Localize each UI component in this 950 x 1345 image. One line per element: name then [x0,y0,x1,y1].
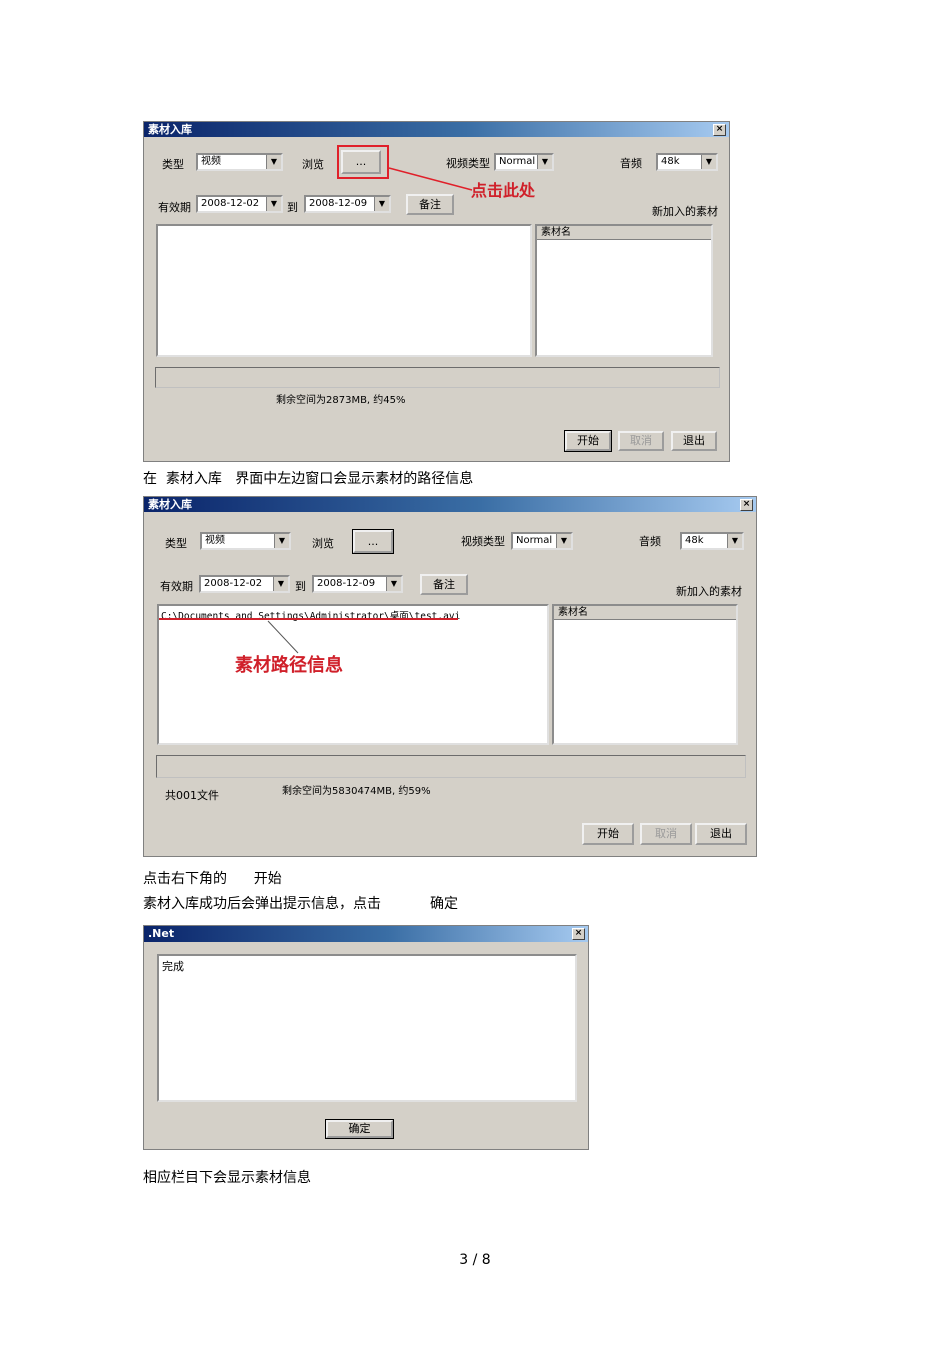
date-to-picker[interactable]: 2008-12-09 ▼ [304,195,391,213]
to-label: 到 [295,580,306,593]
chevron-down-icon: ▼ [274,534,289,548]
close-icon[interactable]: × [740,499,753,511]
caption-3: 素材入库成功后会弹出提示信息，点击 确定 [143,896,458,912]
date-from-picker[interactable]: 2008-12-02 ▼ [199,575,290,593]
message-text: 完成 [162,960,184,973]
new-material-label: 新加入的素材 [676,585,742,598]
video-type-select[interactable]: Normal ▼ [511,532,573,550]
browse-button[interactable]: ... [352,529,394,554]
free-space-text: 剩余空间为2873MB, 约45% [276,395,406,406]
material-name-column-header[interactable]: 素材名 [554,606,736,620]
remark-button[interactable]: 备注 [420,574,468,595]
video-type-select[interactable]: Normal ▼ [494,153,554,171]
net-message-dialog: .Net × 完成 确定 [143,925,589,1150]
chevron-down-icon: ▼ [386,577,401,591]
ok-button[interactable]: 确定 [325,1119,394,1139]
date-from-value: 2008-12-02 [201,198,260,209]
audio-select[interactable]: 48k ▼ [680,532,744,550]
chevron-down-icon: ▼ [556,534,571,548]
audio-label: 音频 [620,157,642,170]
audio-label: 音频 [639,535,661,548]
date-from-picker[interactable]: 2008-12-02 ▼ [196,195,283,213]
type-label: 类型 [162,158,184,171]
material-name-column-header[interactable]: 素材名 [537,226,711,240]
browse-label: 浏览 [302,158,324,171]
start-button[interactable]: 开始 [582,823,634,845]
close-icon[interactable]: × [572,928,585,940]
dialog-title-bar: 素材入库 × [144,497,756,512]
validity-label: 有效期 [160,580,193,593]
file-count-text: 共001文件 [165,789,219,802]
chevron-down-icon: ▼ [374,197,389,211]
page-number: 3 / 8 [459,1252,491,1268]
dialog-title: 素材入库 [148,498,192,511]
chevron-down-icon: ▼ [727,534,742,548]
chevron-down-icon: ▼ [273,577,288,591]
material-import-dialog-1: 素材入库 × 类型 视频 ▼ 浏览 ... 点击此处 视频类型 Normal ▼… [143,121,730,462]
type-select[interactable]: 视频 ▼ [196,153,283,171]
start-button[interactable]: 开始 [564,430,612,452]
date-to-value: 2008-12-09 [317,578,376,589]
cancel-button[interactable]: 取消 [640,823,692,845]
audio-select[interactable]: 48k ▼ [656,153,718,171]
progress-bar [155,367,720,388]
chevron-down-icon: ▼ [701,155,716,169]
to-label: 到 [287,201,298,214]
exit-button[interactable]: 退出 [695,823,747,845]
validity-label: 有效期 [158,201,191,214]
new-material-label: 新加入的素材 [652,205,718,218]
dialog-title: 素材入库 [148,123,192,136]
video-type-value: Normal [516,535,553,546]
path-list-panel[interactable] [156,224,532,357]
date-to-picker[interactable]: 2008-12-09 ▼ [312,575,403,593]
material-import-dialog-2: 素材入库 × 类型 视频 ▼ 浏览 ... 视频类型 Normal ▼ 音频 4… [143,496,757,857]
type-value: 视频 [205,535,225,546]
dialog-title-bar: 素材入库 × [144,122,729,137]
material-list-panel[interactable]: 素材名 [552,604,738,745]
chevron-down-icon: ▼ [537,155,552,169]
type-label: 类型 [165,537,187,550]
date-from-value: 2008-12-02 [204,578,263,589]
type-value: 视频 [201,156,221,167]
cancel-button[interactable]: 取消 [618,431,664,451]
video-type-label: 视频类型 [461,535,505,548]
dialog-title: .Net [148,927,175,940]
close-icon[interactable]: × [713,124,726,136]
caption-2: 点击右下角的 开始 [143,871,282,887]
material-list-panel[interactable]: 素材名 [535,224,713,357]
video-type-value: Normal [499,156,536,167]
date-to-value: 2008-12-09 [309,198,368,209]
highlight-box [337,145,389,179]
caption-4: 相应栏目下会显示素材信息 [143,1170,311,1186]
free-space-text: 剩余空间为5830474MB, 约59% [282,786,431,797]
video-type-label: 视频类型 [446,157,490,170]
type-select[interactable]: 视频 ▼ [200,532,291,550]
message-text-area[interactable]: 完成 [157,954,577,1102]
progress-bar [156,755,746,778]
exit-button[interactable]: 退出 [671,431,717,451]
chevron-down-icon: ▼ [266,197,281,211]
chevron-down-icon: ▼ [266,155,281,169]
audio-value: 48k [685,535,704,546]
path-info-annotation: 素材路径信息 [235,655,343,676]
remark-button[interactable]: 备注 [406,194,454,215]
dialog-title-bar: .Net × [144,926,588,942]
caption-1: 在 素材入库 界面中左边窗口会显示素材的路径信息 [143,471,474,487]
click-here-annotation: 点击此处 [471,181,536,200]
browse-label: 浏览 [312,537,334,550]
audio-value: 48k [661,156,680,167]
